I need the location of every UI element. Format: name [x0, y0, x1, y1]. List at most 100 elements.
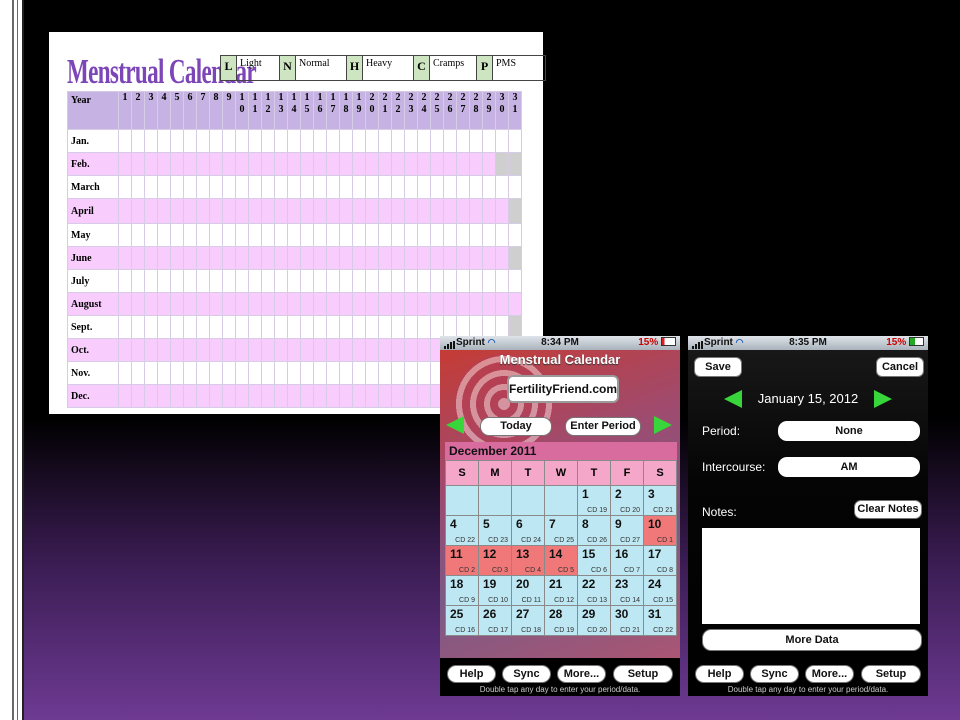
day-cell[interactable] — [404, 129, 418, 153]
day-cell[interactable] — [248, 246, 262, 270]
day-cell[interactable] — [508, 175, 522, 199]
day-cell[interactable] — [326, 292, 340, 316]
day-cell[interactable] — [365, 175, 379, 199]
day-cell[interactable] — [313, 384, 327, 408]
day-cell[interactable] — [352, 292, 366, 316]
day-cell[interactable] — [183, 315, 197, 339]
day-cell[interactable] — [352, 129, 366, 153]
day-cell[interactable] — [274, 292, 288, 316]
day-cell[interactable] — [508, 246, 522, 270]
day-cell[interactable] — [144, 198, 158, 224]
day-cell[interactable] — [118, 198, 132, 224]
day-cell[interactable] — [183, 338, 197, 362]
day-cell[interactable] — [248, 223, 262, 247]
save-button[interactable]: Save — [694, 357, 742, 377]
day-cell[interactable] — [378, 292, 392, 316]
day-cell[interactable] — [261, 292, 275, 316]
help-button[interactable]: Help — [695, 665, 744, 683]
day-cell[interactable] — [495, 198, 509, 224]
day-cell[interactable] — [131, 361, 145, 385]
day-cell[interactable] — [144, 315, 158, 339]
day-cell[interactable] — [404, 338, 418, 362]
day-cell[interactable] — [469, 223, 483, 247]
day-cell[interactable] — [261, 223, 275, 247]
day-cell[interactable] — [222, 223, 236, 247]
day-cell[interactable] — [248, 338, 262, 362]
day-cell[interactable] — [430, 152, 444, 176]
day-cell[interactable] — [404, 361, 418, 385]
day-cell[interactable] — [313, 152, 327, 176]
sync-button[interactable]: Sync — [750, 665, 799, 683]
day-cell[interactable] — [443, 129, 457, 153]
day-cell[interactable] — [261, 175, 275, 199]
day-cell[interactable] — [274, 198, 288, 224]
day-cell[interactable] — [391, 223, 405, 247]
day-cell[interactable]: 20 CD 11 — [512, 576, 544, 605]
day-cell[interactable] — [209, 129, 223, 153]
day-cell[interactable] — [365, 292, 379, 316]
day-cell[interactable] — [209, 384, 223, 408]
day-cell[interactable] — [404, 384, 418, 408]
day-cell[interactable] — [300, 223, 314, 247]
day-cell[interactable] — [183, 384, 197, 408]
day-cell[interactable] — [417, 384, 431, 408]
day-cell[interactable]: 9 CD 27 — [611, 516, 643, 545]
day-cell[interactable] — [131, 198, 145, 224]
day-cell[interactable] — [248, 292, 262, 316]
day-cell[interactable] — [469, 246, 483, 270]
day-cell[interactable] — [274, 361, 288, 385]
day-cell[interactable]: 28 CD 19 — [545, 606, 577, 635]
cancel-button[interactable]: Cancel — [876, 357, 924, 377]
day-cell[interactable] — [118, 292, 132, 316]
day-cell[interactable]: 6 CD 24 — [512, 516, 544, 545]
day-cell[interactable] — [131, 315, 145, 339]
day-cell[interactable]: 26 CD 17 — [479, 606, 511, 635]
day-cell[interactable] — [131, 338, 145, 362]
day-cell[interactable] — [300, 361, 314, 385]
day-cell[interactable] — [222, 384, 236, 408]
day-cell[interactable] — [352, 175, 366, 199]
day-cell[interactable] — [157, 246, 171, 270]
day-cell[interactable] — [326, 198, 340, 224]
next-arrow-icon[interactable] — [654, 416, 672, 434]
day-cell[interactable] — [157, 338, 171, 362]
day-cell[interactable] — [508, 198, 522, 224]
day-cell[interactable] — [443, 175, 457, 199]
day-cell[interactable] — [274, 384, 288, 408]
day-cell[interactable] — [430, 175, 444, 199]
day-cell[interactable] — [326, 175, 340, 199]
day-cell[interactable] — [495, 269, 509, 293]
day-cell[interactable] — [248, 152, 262, 176]
day-cell[interactable] — [443, 198, 457, 224]
day-cell[interactable]: 11 CD 2 — [446, 546, 478, 575]
day-cell[interactable] — [235, 198, 249, 224]
setup-button[interactable]: Setup — [861, 665, 921, 683]
day-cell[interactable] — [443, 269, 457, 293]
day-cell[interactable]: 4 CD 22 — [446, 516, 478, 545]
day-cell[interactable] — [417, 361, 431, 385]
day-cell[interactable] — [170, 338, 184, 362]
day-cell[interactable]: 13 CD 4 — [512, 546, 544, 575]
day-cell[interactable] — [118, 175, 132, 199]
day-cell[interactable] — [170, 129, 184, 153]
day-cell[interactable] — [313, 198, 327, 224]
day-cell[interactable] — [495, 246, 509, 270]
day-cell[interactable] — [456, 129, 470, 153]
day-cell[interactable] — [404, 269, 418, 293]
day-cell[interactable] — [326, 152, 340, 176]
day-cell[interactable] — [456, 152, 470, 176]
day-cell[interactable] — [456, 269, 470, 293]
day-cell[interactable] — [287, 152, 301, 176]
day-cell[interactable] — [417, 175, 431, 199]
day-cell[interactable] — [352, 152, 366, 176]
day-cell[interactable] — [222, 338, 236, 362]
day-cell[interactable] — [469, 198, 483, 224]
day-cell[interactable] — [313, 292, 327, 316]
day-cell[interactable] — [378, 198, 392, 224]
day-cell[interactable] — [482, 269, 496, 293]
day-cell[interactable]: 23 CD 14 — [611, 576, 643, 605]
next-day-arrow-icon[interactable] — [874, 390, 892, 408]
day-cell[interactable] — [339, 384, 353, 408]
day-cell[interactable] — [352, 338, 366, 362]
day-cell[interactable] — [508, 292, 522, 316]
